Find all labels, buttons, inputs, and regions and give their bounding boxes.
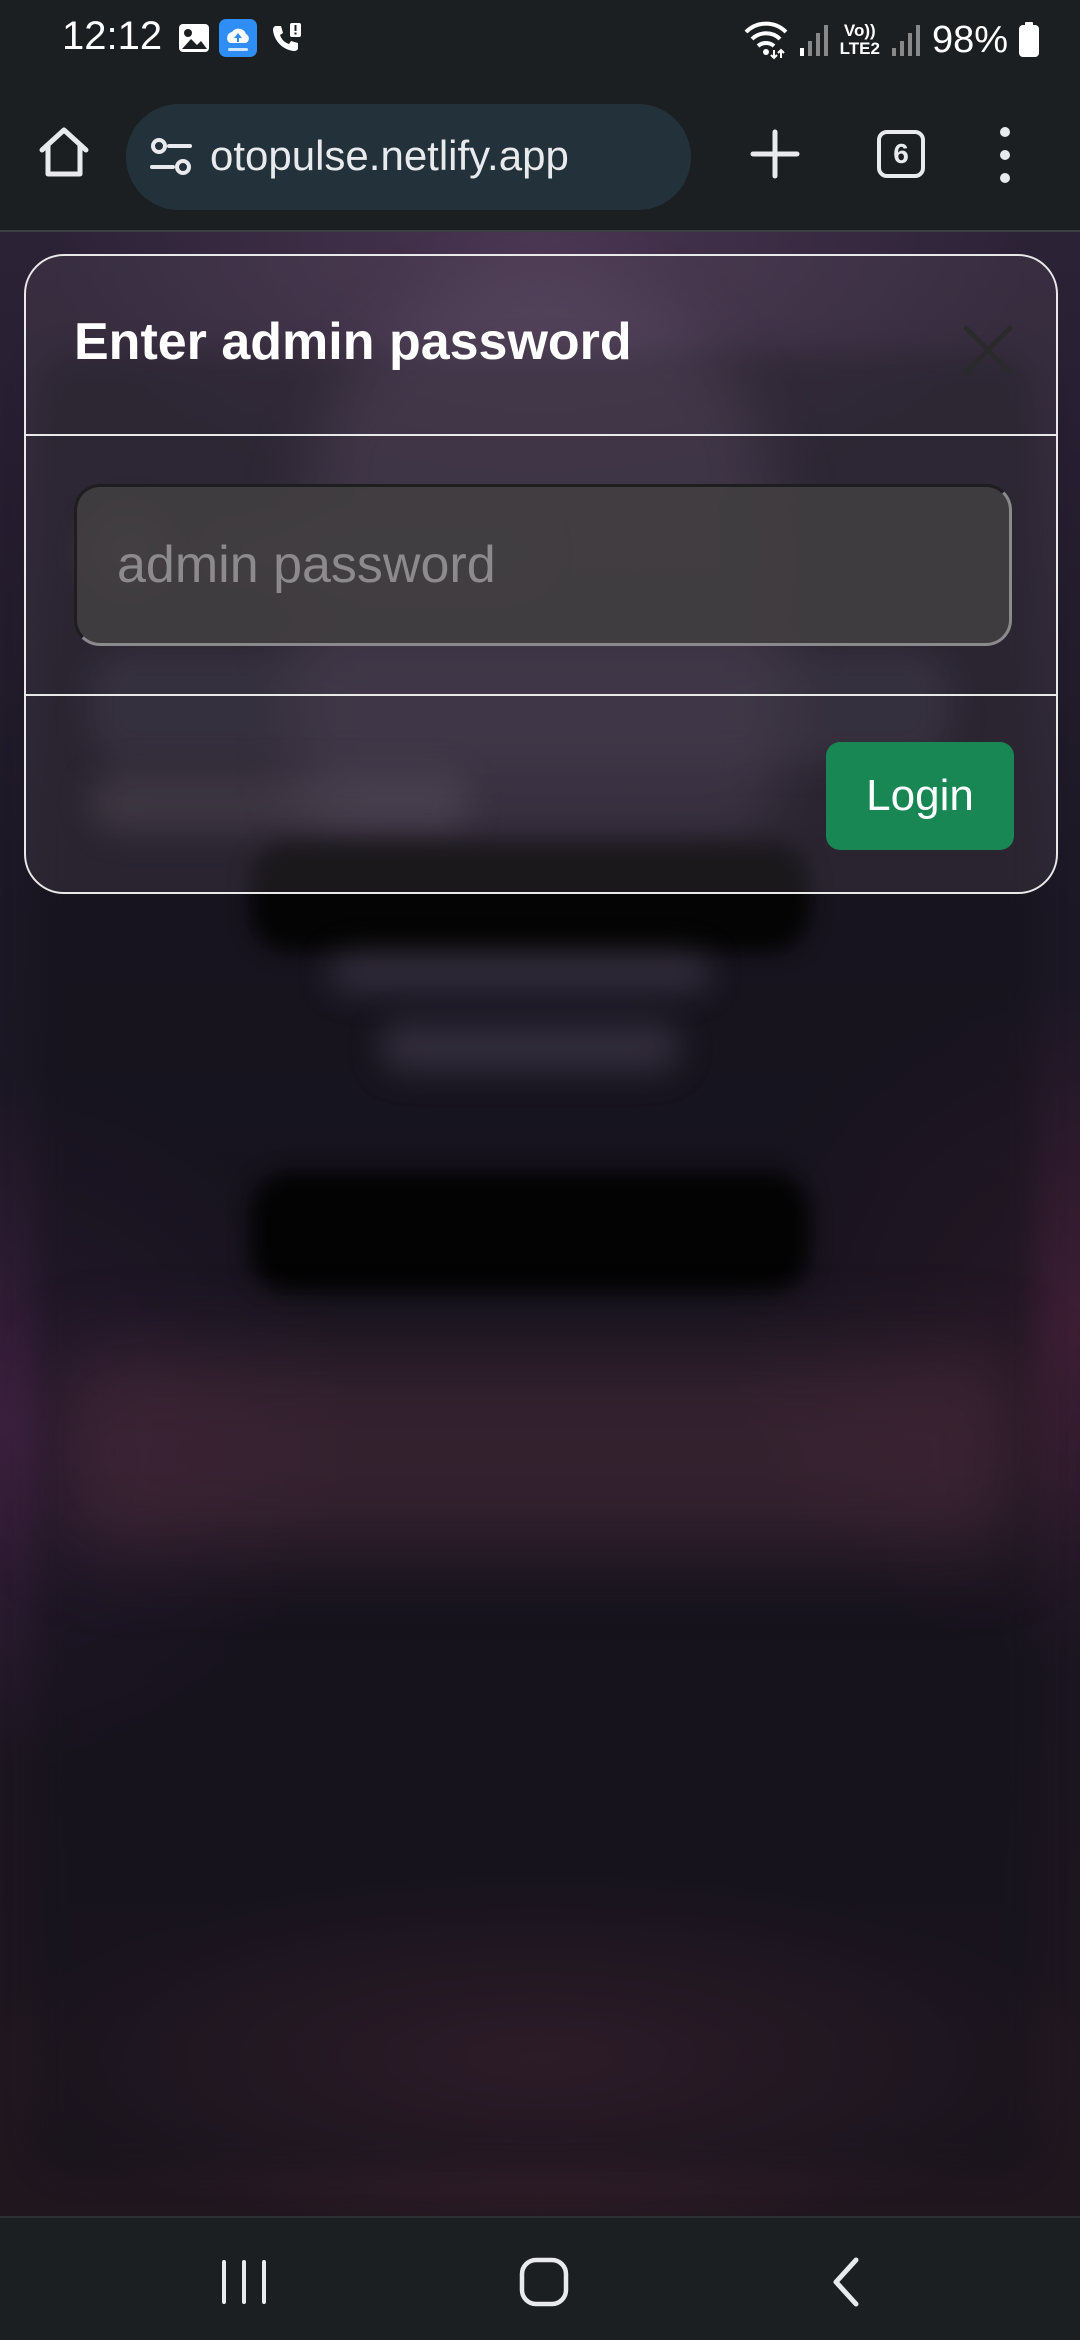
modal-body xyxy=(26,436,1056,696)
battery-icon xyxy=(1019,22,1039,57)
modal-header: Enter admin password xyxy=(26,256,1056,436)
blurred-link-1 xyxy=(330,952,710,992)
status-time: 12:12 xyxy=(62,14,163,58)
wifi-icon xyxy=(744,21,788,60)
signal-icon xyxy=(799,25,828,56)
modal-footer: Login xyxy=(26,696,1056,892)
close-icon[interactable] xyxy=(960,322,1016,378)
volte-label: Vo)) LTE2 xyxy=(840,22,880,58)
modal-title: Enter admin password xyxy=(74,313,632,371)
signal-icon-2 xyxy=(891,25,920,56)
tab-count: 6 xyxy=(893,138,909,169)
status-bar: 12:12 Vo)) LTE2 98% xyxy=(0,0,1080,82)
lte-label: LTE2 xyxy=(839,39,880,58)
home-icon[interactable] xyxy=(34,122,94,182)
login-button[interactable]: Login xyxy=(826,742,1014,850)
new-tab-icon[interactable] xyxy=(745,124,805,184)
browser-toolbar: otopulse.netlify.app 6 xyxy=(0,82,1080,232)
system-navigation-bar xyxy=(0,2216,1080,2340)
url-text[interactable]: otopulse.netlify.app xyxy=(210,132,569,180)
site-settings-icon[interactable] xyxy=(148,134,194,180)
status-indicators: Vo)) LTE2 98% xyxy=(744,14,1040,66)
missed-call-icon xyxy=(273,23,301,51)
blurred-bottom-glow xyxy=(60,1352,1020,1552)
blurred-secondary-button xyxy=(250,1172,810,1292)
cloud-upload-icon xyxy=(219,19,257,57)
admin-password-input[interactable] xyxy=(74,484,1012,646)
home-nav-icon[interactable] xyxy=(514,2252,574,2312)
recent-apps-icon[interactable] xyxy=(214,2252,274,2312)
more-menu-icon[interactable] xyxy=(990,122,1020,188)
tab-switcher-button[interactable]: 6 xyxy=(877,130,925,178)
admin-password-modal: Enter admin password Login xyxy=(24,254,1058,894)
volte-top-label: Vo)) xyxy=(843,21,876,40)
battery-percent: 98% xyxy=(931,18,1008,61)
blurred-link-2 xyxy=(380,1022,680,1072)
back-icon[interactable] xyxy=(818,2252,878,2312)
address-bar[interactable]: otopulse.netlify.app xyxy=(126,104,691,210)
gallery-icon xyxy=(179,24,209,52)
